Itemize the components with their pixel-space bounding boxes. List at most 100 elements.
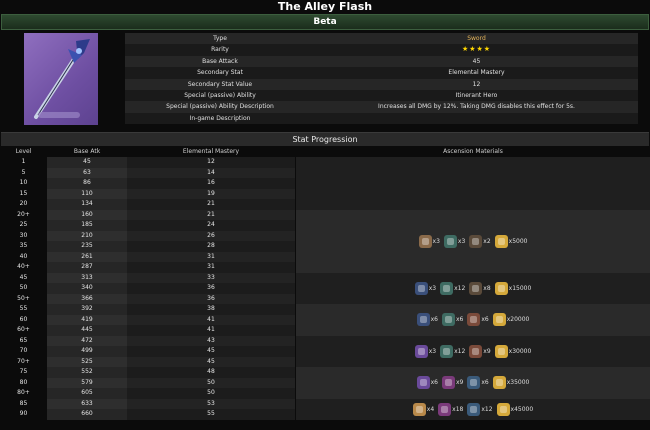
material-quantity: x6 — [455, 316, 464, 324]
table-row: 65 472 43 — [0, 335, 295, 346]
common-drop-icon — [467, 313, 481, 327]
ascension-material[interactable]: x9 — [469, 344, 491, 358]
page-title: The Alley Flash — [277, 0, 373, 13]
elemental-mastery-cell: 41 — [127, 325, 295, 336]
base-atk-cell: 445 — [47, 325, 127, 336]
weapon-info-table: Type Sword Rarity ★★★★ Base Attack 45 Secondar… — [125, 33, 638, 125]
info-key: Rarity — [211, 46, 229, 54]
material-quantity: x12 — [481, 405, 493, 413]
material-quantity: x3 — [457, 237, 466, 245]
base-atk-cell: 633 — [47, 398, 127, 409]
material-quantity: x12 — [454, 347, 466, 355]
elemental-mastery-cell: 19 — [127, 188, 295, 199]
mora-icon — [492, 376, 506, 390]
material-quantity: x9 — [483, 347, 491, 355]
material-quantity: x2 — [483, 237, 491, 245]
ascension-material[interactable]: x35000 — [492, 376, 529, 390]
table-row: 90 660 55 — [0, 409, 295, 420]
material-quantity: x9 — [455, 379, 464, 387]
base-atk-cell: 605 — [47, 388, 127, 399]
base-atk-cell: 366 — [47, 293, 127, 304]
ascension-material[interactable]: x4 — [412, 402, 434, 416]
table-row: 70+ 525 45 — [0, 356, 295, 367]
info-row: Special (passive) Ability Description Inc… — [125, 101, 638, 113]
ascension-material[interactable]: x6 — [467, 313, 489, 327]
domain-material-icon — [414, 281, 428, 295]
ascension-material[interactable]: x12 — [440, 281, 466, 295]
ascension-material[interactable]: x3 — [443, 234, 466, 248]
base-atk-cell: 287 — [47, 262, 127, 273]
section-header-beta: Beta — [1, 14, 649, 30]
level-cell: 85 — [19, 399, 28, 407]
info-value: Sword — [467, 35, 486, 42]
weapon-image — [24, 33, 98, 125]
elemental-mastery-cell: 50 — [127, 388, 295, 399]
info-row: In-game Description — [125, 112, 638, 125]
ascension-material[interactable]: x9 — [441, 376, 464, 390]
info-key: Type — [213, 35, 227, 42]
level-cell: 1 — [21, 158, 26, 165]
ascension-cell: x6 x6 x6 x20000 — [296, 304, 650, 336]
table-row: 75 552 48 — [0, 367, 295, 378]
level-cell: 80+ — [17, 389, 30, 396]
ascension-material[interactable]: x8 — [469, 281, 491, 295]
ascension-material[interactable]: x6 — [416, 376, 438, 390]
info-value: Itinerant Hero — [455, 91, 498, 99]
ascension-material[interactable]: x6 — [416, 313, 438, 327]
table-row: 25 185 24 — [0, 220, 295, 231]
ascension-material[interactable]: x6 — [441, 313, 464, 327]
common-drop-icon — [467, 402, 481, 416]
ascension-material[interactable]: x3 — [414, 344, 436, 358]
mora-icon — [494, 234, 508, 248]
ascension-cell: x3 x3 x2 x5000 — [296, 209, 650, 273]
table-row: 45 313 33 — [0, 272, 295, 283]
ascension-material[interactable]: x5000 — [494, 234, 527, 248]
base-atk-cell: 660 — [47, 409, 127, 420]
level-cell: 90 — [19, 410, 28, 417]
ascension-material[interactable]: x3 — [414, 281, 436, 295]
table-row: 20+ 160 21 — [0, 209, 295, 220]
base-atk-cell: 525 — [47, 356, 127, 367]
ascension-material[interactable]: x3 — [418, 234, 440, 248]
material-quantity: x18 — [452, 405, 464, 413]
mora-icon — [496, 402, 510, 416]
elemental-mastery-cell: 41 — [127, 314, 295, 325]
ascension-material[interactable]: x12 — [440, 344, 466, 358]
sword-icon — [34, 39, 90, 119]
level-cell: 65 — [19, 336, 28, 344]
ascension-cell — [296, 157, 650, 210]
elemental-mastery-cell: 21 — [127, 199, 295, 210]
level-cell: 30 — [19, 231, 28, 239]
info-value: Elemental Mastery — [448, 69, 505, 77]
level-cell: 40 — [19, 252, 28, 260]
level-cell: 25 — [19, 221, 28, 228]
enemy-drop-icon — [440, 281, 454, 295]
ascension-material[interactable]: x20000 — [492, 313, 529, 327]
table-row: 15 110 19 — [0, 188, 295, 199]
ascension-material[interactable]: x45000 — [496, 402, 533, 416]
ascension-material[interactable]: x6 — [467, 376, 489, 390]
ascension-material[interactable]: x30000 — [494, 344, 531, 358]
ascension-cell: x4 x18 x12 x45000 — [296, 398, 650, 420]
elemental-mastery-cell: 33 — [127, 272, 295, 283]
elemental-mastery-cell: 48 — [127, 367, 295, 378]
ascension-material[interactable]: x15000 — [494, 281, 531, 295]
level-cell: 20+ — [17, 210, 30, 218]
info-key: Special (passive) Ability Description — [166, 103, 274, 111]
ascension-material[interactable]: x18 — [438, 402, 464, 416]
material-quantity: x6 — [481, 379, 489, 387]
ascension-material[interactable]: x2 — [469, 234, 491, 248]
info-value: Increases all DMG by 12%. Taking DMG dis… — [378, 103, 575, 111]
enemy-drop-icon — [441, 313, 455, 327]
stat-progression-header: Stat Progression — [1, 132, 649, 146]
elemental-mastery-cell: 45 — [127, 356, 295, 367]
material-quantity: x3 — [432, 237, 440, 245]
table-row: 40+ 287 31 — [0, 262, 295, 273]
base-atk-cell: 134 — [47, 199, 127, 210]
base-atk-cell: 160 — [47, 209, 127, 220]
material-quantity: x12 — [454, 284, 466, 292]
info-row: Secondary Stat Value 12 — [125, 78, 638, 90]
info-key: Special (passive) Ability — [184, 91, 256, 99]
ascension-material[interactable]: x12 — [467, 402, 493, 416]
material-quantity: x6 — [430, 379, 438, 387]
